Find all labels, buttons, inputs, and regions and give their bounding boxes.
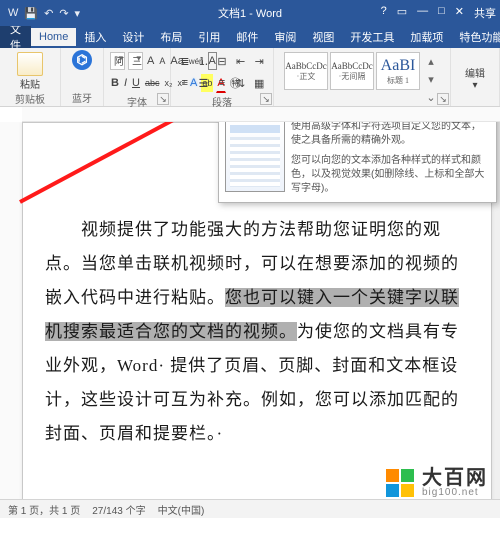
- tab-mailings[interactable]: 邮件: [228, 26, 266, 48]
- shading-icon[interactable]: ▦: [251, 74, 267, 92]
- tooltip-text: 使用高级字体和字符选项自定义您的文本，使之具备所需的精确外观。 您可以向您的文本…: [291, 122, 490, 196]
- tab-features[interactable]: 特色功能: [451, 26, 500, 48]
- increase-indent-icon[interactable]: ⇥: [251, 52, 267, 70]
- redo-icon[interactable]: ↷: [59, 7, 68, 20]
- bluetooth-label: 蓝牙: [72, 90, 92, 106]
- tab-layout[interactable]: 布局: [152, 26, 190, 48]
- style-no-spacing[interactable]: AaBbCcDc·无间隔: [330, 52, 374, 90]
- underline-button[interactable]: U: [131, 74, 141, 92]
- tab-addins[interactable]: 加载项: [402, 26, 451, 48]
- font-dialog-launcher[interactable]: ↘: [157, 93, 169, 105]
- maximize-icon[interactable]: □: [438, 5, 445, 21]
- undo-icon[interactable]: ↶: [44, 7, 53, 20]
- status-page[interactable]: 第 1 页，共 1 页: [8, 502, 80, 517]
- group-bluetooth: ⌬ 蓝牙: [61, 48, 104, 106]
- align-center-icon[interactable]: ☰: [196, 74, 212, 92]
- group-font: 阿里巴巴普 三号 A A Aa wén A B I U abc x₂ x² A …: [104, 48, 171, 106]
- help-icon[interactable]: ?: [381, 5, 387, 21]
- tab-developer[interactable]: 开发工具: [342, 26, 402, 48]
- vertical-ruler[interactable]: [0, 122, 23, 518]
- styles-scroll-down-icon[interactable]: ▾: [422, 70, 440, 88]
- grow-font-icon[interactable]: A: [146, 52, 155, 70]
- status-word-count[interactable]: 27/143 个字: [92, 502, 145, 517]
- tab-insert[interactable]: 插入: [76, 26, 114, 48]
- bold-button[interactable]: B: [110, 74, 120, 92]
- tab-design[interactable]: 设计: [114, 26, 152, 48]
- bullets-icon[interactable]: ≣: [177, 52, 193, 70]
- align-left-icon[interactable]: ≡: [177, 74, 193, 92]
- style-normal[interactable]: AaBbCcDc·正文: [284, 52, 328, 90]
- editing-label: 编辑: [465, 65, 485, 80]
- ribbon-tabs: 文件 Home 插入 设计 布局 引用 邮件 审阅 视图 开发工具 加载项 特色…: [0, 26, 500, 48]
- numbering-icon[interactable]: ⒈: [196, 52, 212, 70]
- paste-icon[interactable]: [17, 52, 43, 76]
- italic-button[interactable]: I: [123, 74, 128, 92]
- watermark-logo-icon: [386, 469, 414, 497]
- close-icon[interactable]: ✕: [455, 5, 464, 21]
- font-name-combo[interactable]: 阿里巴巴普: [110, 52, 125, 70]
- styles-dialog-launcher[interactable]: ↘: [437, 93, 449, 105]
- editing-dropdown-icon[interactable]: ▾: [472, 80, 477, 91]
- align-right-icon[interactable]: ≡: [214, 74, 230, 92]
- tab-home[interactable]: Home: [31, 28, 76, 46]
- ribbon-options-icon[interactable]: ▭: [397, 5, 407, 21]
- multilevel-icon[interactable]: ⊟: [214, 52, 230, 70]
- decrease-indent-icon[interactable]: ⇤: [233, 52, 249, 70]
- tab-view[interactable]: 视图: [304, 26, 342, 48]
- tab-references[interactable]: 引用: [190, 26, 228, 48]
- document-area: 视频提供了功能强大的方法帮助您证明您的观点。当您单击联机视频时，可以在想要添加的…: [0, 122, 500, 518]
- title-bar: W 💾 ↶ ↷ ▾ 文档1 - Word ? ▭ — □ ✕ 共享: [0, 0, 500, 26]
- status-bar: 第 1 页，共 1 页 27/143 个字 中文(中国): [0, 499, 500, 518]
- watermark: 大百网 big100.net: [386, 468, 488, 498]
- paste-label[interactable]: 粘贴: [17, 76, 43, 91]
- status-language[interactable]: 中文(中国): [158, 502, 205, 517]
- bluetooth-icon[interactable]: ⌬: [72, 50, 92, 70]
- clipboard-label: 剪贴板: [15, 91, 45, 107]
- tab-review[interactable]: 审阅: [266, 26, 304, 48]
- style-heading1[interactable]: AaBI标题 1: [376, 52, 420, 90]
- tooltip-thumbnail: [225, 122, 285, 192]
- group-editing[interactable]: 编辑 ▾: [451, 48, 500, 106]
- qat-more-icon[interactable]: ▾: [75, 7, 81, 20]
- watermark-text-en: big100.net: [422, 488, 488, 498]
- group-styles: AaBbCcDc·正文 AaBbCcDc·无间隔 AaBI标题 1 ▴ ▾ ⌄ …: [274, 48, 451, 106]
- font-dialog-tooltip: 字体 (Ctrl+D) 使用高级字体和字符选项自定义您的文本，使之具备所需的精确…: [218, 122, 497, 203]
- font-size-combo[interactable]: 三号: [128, 52, 143, 70]
- watermark-text-cn: 大百网: [422, 468, 488, 488]
- share-button[interactable]: 共享: [474, 5, 496, 21]
- horizontal-ruler[interactable]: [22, 107, 500, 122]
- save-icon[interactable]: 💾: [24, 7, 38, 20]
- shrink-font-icon[interactable]: A: [158, 52, 166, 70]
- styles-scroll-up-icon[interactable]: ▴: [422, 52, 440, 70]
- group-clipboard: 粘贴 剪贴板: [0, 48, 61, 106]
- ribbon: 粘贴 剪贴板 ⌬ 蓝牙 阿里巴巴普 三号 A A Aa wén A B I U …: [0, 48, 500, 107]
- strikethrough-button[interactable]: abc: [144, 74, 161, 92]
- minimize-icon[interactable]: —: [417, 5, 428, 21]
- window-buttons: ? ▭ — □ ✕ 共享: [381, 5, 496, 21]
- document-title: 文档1 - Word: [218, 5, 282, 21]
- line-spacing-icon[interactable]: ⇅: [233, 74, 249, 92]
- word-icon: W: [8, 7, 18, 19]
- paragraph-dialog-launcher[interactable]: ↘: [260, 93, 272, 105]
- quick-access-toolbar: W 💾 ↶ ↷ ▾: [0, 7, 88, 20]
- group-paragraph: ≣ ⒈ ⊟ ⇤ ⇥ ≡ ☰ ≡ ⇅ ▦ 段落 ↘: [171, 48, 274, 106]
